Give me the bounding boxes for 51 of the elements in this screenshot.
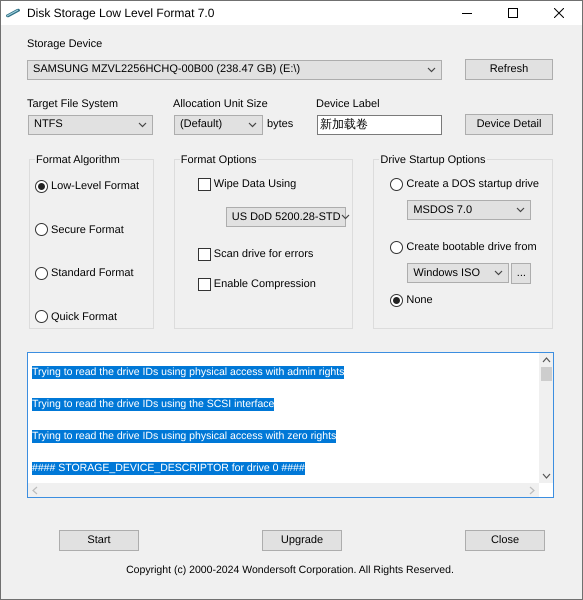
unit-label: bytes (267, 117, 294, 132)
radio-label: Create bootable drive from (406, 240, 537, 255)
dropdown[interactable]: (Default) (174, 114, 263, 134)
group-title: Drive Startup Options (379, 152, 487, 168)
radio-label: Create a DOS startup drive (406, 176, 540, 192)
chevron-down-icon (138, 122, 147, 128)
action-button[interactable]: Start (59, 530, 139, 551)
browse-button[interactable]: ... (511, 263, 532, 284)
checkbox[interactable] (198, 178, 211, 190)
field-label: Allocation Unit Size (173, 97, 269, 110)
chevron-down-icon (427, 66, 436, 72)
checkbox-label: Scan drive for errors (214, 246, 314, 262)
radio-button[interactable] (390, 294, 404, 306)
group-title: Format Options (180, 152, 258, 168)
radio-button[interactable] (35, 310, 48, 324)
field-label: Storage Device (27, 37, 104, 50)
checkbox-label: Enable Compression (214, 276, 316, 292)
radio-button[interactable] (35, 266, 48, 280)
checkbox[interactable] (198, 248, 211, 260)
group-title: Format Algorithm (35, 152, 121, 168)
copyright-text: Copyright (c) 2000-2024 Wondersoft Corporation. All Rights Reserved. (126, 563, 454, 578)
dropdown[interactable]: SAMSUNG MZVL2256HCHQ-00B00 (238.47 GB) (E:\) (27, 60, 442, 80)
radio-label: Secure Format (51, 222, 124, 238)
chevron-down-icon (340, 214, 350, 220)
window-title: Disk Storage Low Level Format 7.0 (27, 5, 214, 22)
radio-button[interactable] (390, 178, 404, 190)
scroll-thumb[interactable] (540, 367, 552, 381)
chevron-down-icon (516, 207, 526, 213)
radio-button[interactable] (35, 223, 48, 236)
checkbox[interactable] (198, 278, 211, 290)
refresh-button[interactable]: Refresh (465, 59, 553, 80)
field-label: Target File System (27, 97, 120, 110)
vertical-scrollbar[interactable] (539, 353, 553, 483)
device-label-field[interactable]: 新加载卷 (317, 114, 442, 134)
dropdown[interactable]: NTFS (28, 114, 153, 134)
action-button[interactable]: Upgrade (262, 530, 342, 551)
radio-label: Quick Format (51, 310, 118, 324)
dropdown[interactable]: Windows ISO (407, 263, 510, 283)
checkbox-label: Wipe Data Using (214, 176, 296, 192)
radio-label: Standard Format (51, 266, 134, 281)
chevron-down-icon (248, 122, 257, 128)
radio-label: Low-Level Format (51, 179, 140, 194)
device-detail-button[interactable]: Device Detail (465, 114, 553, 135)
field-label: Device Label (316, 97, 380, 110)
dropdown[interactable]: MSDOS 7.0 (407, 200, 532, 220)
radio-label: None (406, 292, 433, 308)
action-button[interactable]: Close (465, 530, 545, 551)
disk-icon (5, 8, 21, 18)
radio-button[interactable] (35, 180, 48, 193)
chevron-down-icon (494, 270, 504, 276)
radio-button[interactable] (390, 240, 404, 254)
